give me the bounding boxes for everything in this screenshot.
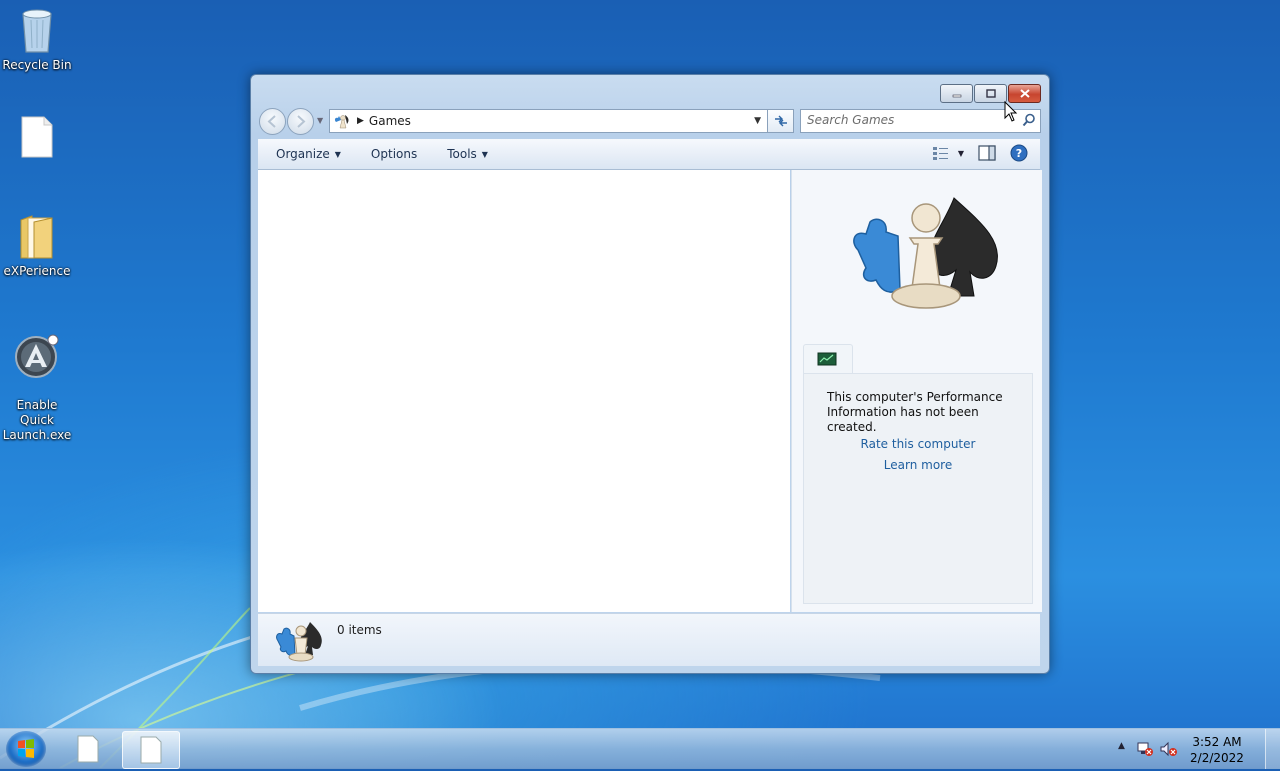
desktop-icon-experience[interactable]: eXPerience [0,214,74,279]
clock-date: 2/2/2022 [1190,751,1244,765]
taskbar-document-button[interactable] [60,731,116,767]
taskbar-games-window-button[interactable] [122,731,180,769]
view-dropdown-icon: ▼ [957,148,964,158]
games-folder-icon [334,115,349,129]
preview-pane: This computer's Performance Information … [791,170,1042,612]
file-list-pane[interactable] [258,170,790,612]
view-details-icon [932,147,948,160]
options-button[interactable]: Options [371,147,417,161]
tools-menu-button[interactable]: Tools ▼ [447,147,488,161]
desktop-icon-blank-document[interactable] [0,116,74,162]
mouse-cursor-icon [1004,101,1018,122]
refresh-button[interactable] [767,109,794,133]
refresh-icon [774,115,787,127]
network-disconnected-icon[interactable] [1136,741,1154,757]
document-icon [140,736,162,764]
minimize-button[interactable] [940,84,973,103]
back-button[interactable] [259,108,286,135]
system-tray: ▲ 3:52 AM 2/2/2022 [1110,729,1280,769]
folder-icon [20,215,53,259]
address-dropdown-icon[interactable]: ▼ [754,116,761,126]
volume-muted-icon[interactable] [1160,741,1178,757]
details-pane: 0 items [258,613,1040,666]
organize-label: Organize [276,147,330,161]
document-icon [21,116,53,158]
taskbar: ▲ 3:52 AM 2/2/2022 [0,728,1280,769]
back-arrow-icon [267,115,276,128]
document-icon [77,735,99,763]
clock[interactable]: 3:52 AM 2/2/2022 [1182,734,1252,766]
desktop-icon-label: eXPerience [3,264,71,278]
change-view-button[interactable]: ▼ [932,146,964,160]
item-count: 0 items [337,623,382,637]
start-button[interactable] [6,731,46,767]
performance-tab[interactable] [803,344,853,373]
games-explorer-window: ▼ ▶ Games ▼ Search Games Organize ▼ Opti… [250,74,1050,674]
breadcrumb-chevron-icon[interactable]: ▶ [357,116,364,126]
forward-arrow-icon [297,115,306,128]
search-icon[interactable] [1022,113,1036,127]
performance-monitor-icon [817,352,837,366]
autoit-exe-icon [15,334,59,378]
learn-more-link[interactable]: Learn more [804,458,1032,472]
desktop-icon-enable-quick-launch[interactable]: Enable Quick Launch.exe [0,318,74,443]
svg-text:?: ? [1016,147,1022,160]
window-controls [940,84,1041,103]
clock-time: 3:52 AM [1192,735,1242,749]
navigation-bar: ▼ ▶ Games ▼ [259,107,1041,135]
desktop-icon-recycle-bin[interactable]: Recycle Bin [0,6,74,73]
chevron-down-icon: ▼ [334,149,341,159]
breadcrumb-games[interactable]: Games [369,114,411,128]
show-hidden-icons-button[interactable]: ▲ [1118,741,1125,751]
options-label: Options [370,147,418,161]
address-bar[interactable]: ▶ Games ▼ [329,109,768,133]
windows-logo-icon [18,739,34,758]
minimize-icon [952,94,961,97]
desktop-icon-label: Enable Quick Launch.exe [2,398,72,442]
organize-menu-button[interactable]: Organize ▼ [276,147,341,161]
show-desktop-button[interactable] [1265,729,1280,769]
tools-label: Tools [447,147,477,161]
performance-message: This computer's Performance Information … [827,390,1003,434]
recycle-bin-icon [22,9,52,53]
recent-pages-dropdown-icon[interactable]: ▼ [317,116,323,125]
maximize-button[interactable] [974,84,1007,103]
rate-this-computer-link[interactable]: Rate this computer [804,437,1032,451]
forward-button[interactable] [287,108,314,135]
chevron-down-icon: ▼ [481,149,488,159]
help-icon[interactable]: ? [1010,144,1028,162]
toolbar-right-group: ▼ ? [932,144,1028,162]
maximize-icon [985,89,996,98]
preview-pane-icon[interactable] [978,145,996,161]
desktop-icon-label: Recycle Bin [2,58,72,72]
games-explorer-logo-icon [853,197,998,309]
performance-info-panel: This computer's Performance Information … [803,373,1033,604]
command-bar: Organize ▼ Options Tools ▼ ▼ ? [258,139,1040,170]
search-input[interactable] [801,110,1007,130]
games-explorer-small-icon [276,622,322,662]
close-icon [1019,89,1030,98]
